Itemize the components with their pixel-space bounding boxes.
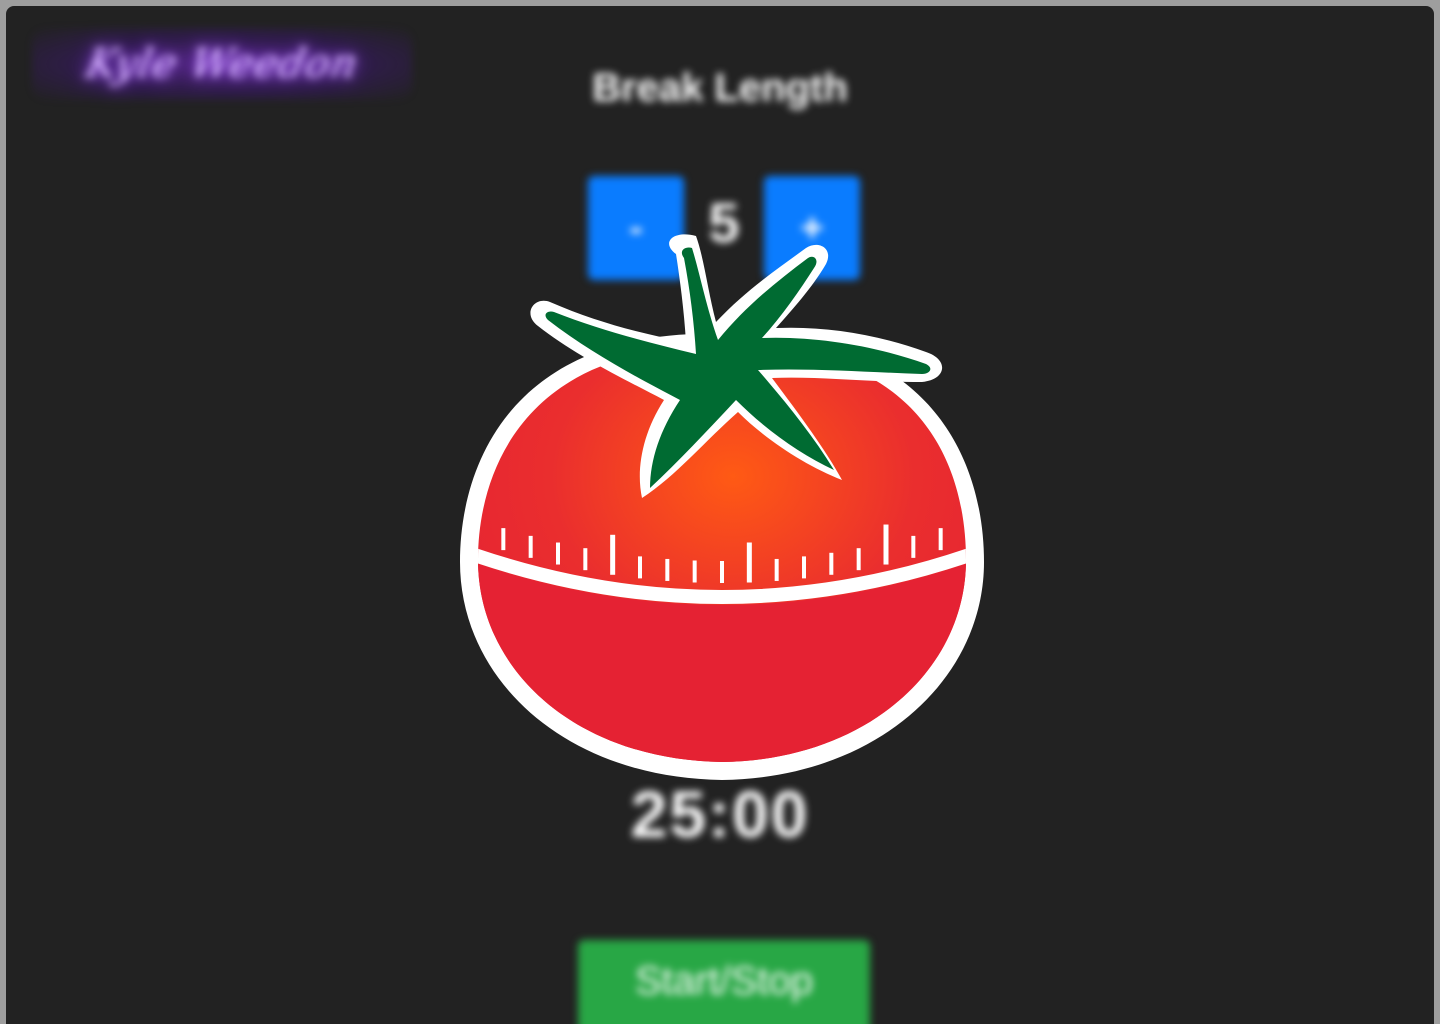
- tomato-timer-icon: [460, 234, 984, 780]
- start-stop-button[interactable]: Start/Stop: [578, 940, 870, 1024]
- break-length-label: Break Length: [592, 66, 848, 110]
- screenshot-frame: Kyle Weedon Break Length - 5 + 25:00 Sta…: [0, 0, 1440, 1024]
